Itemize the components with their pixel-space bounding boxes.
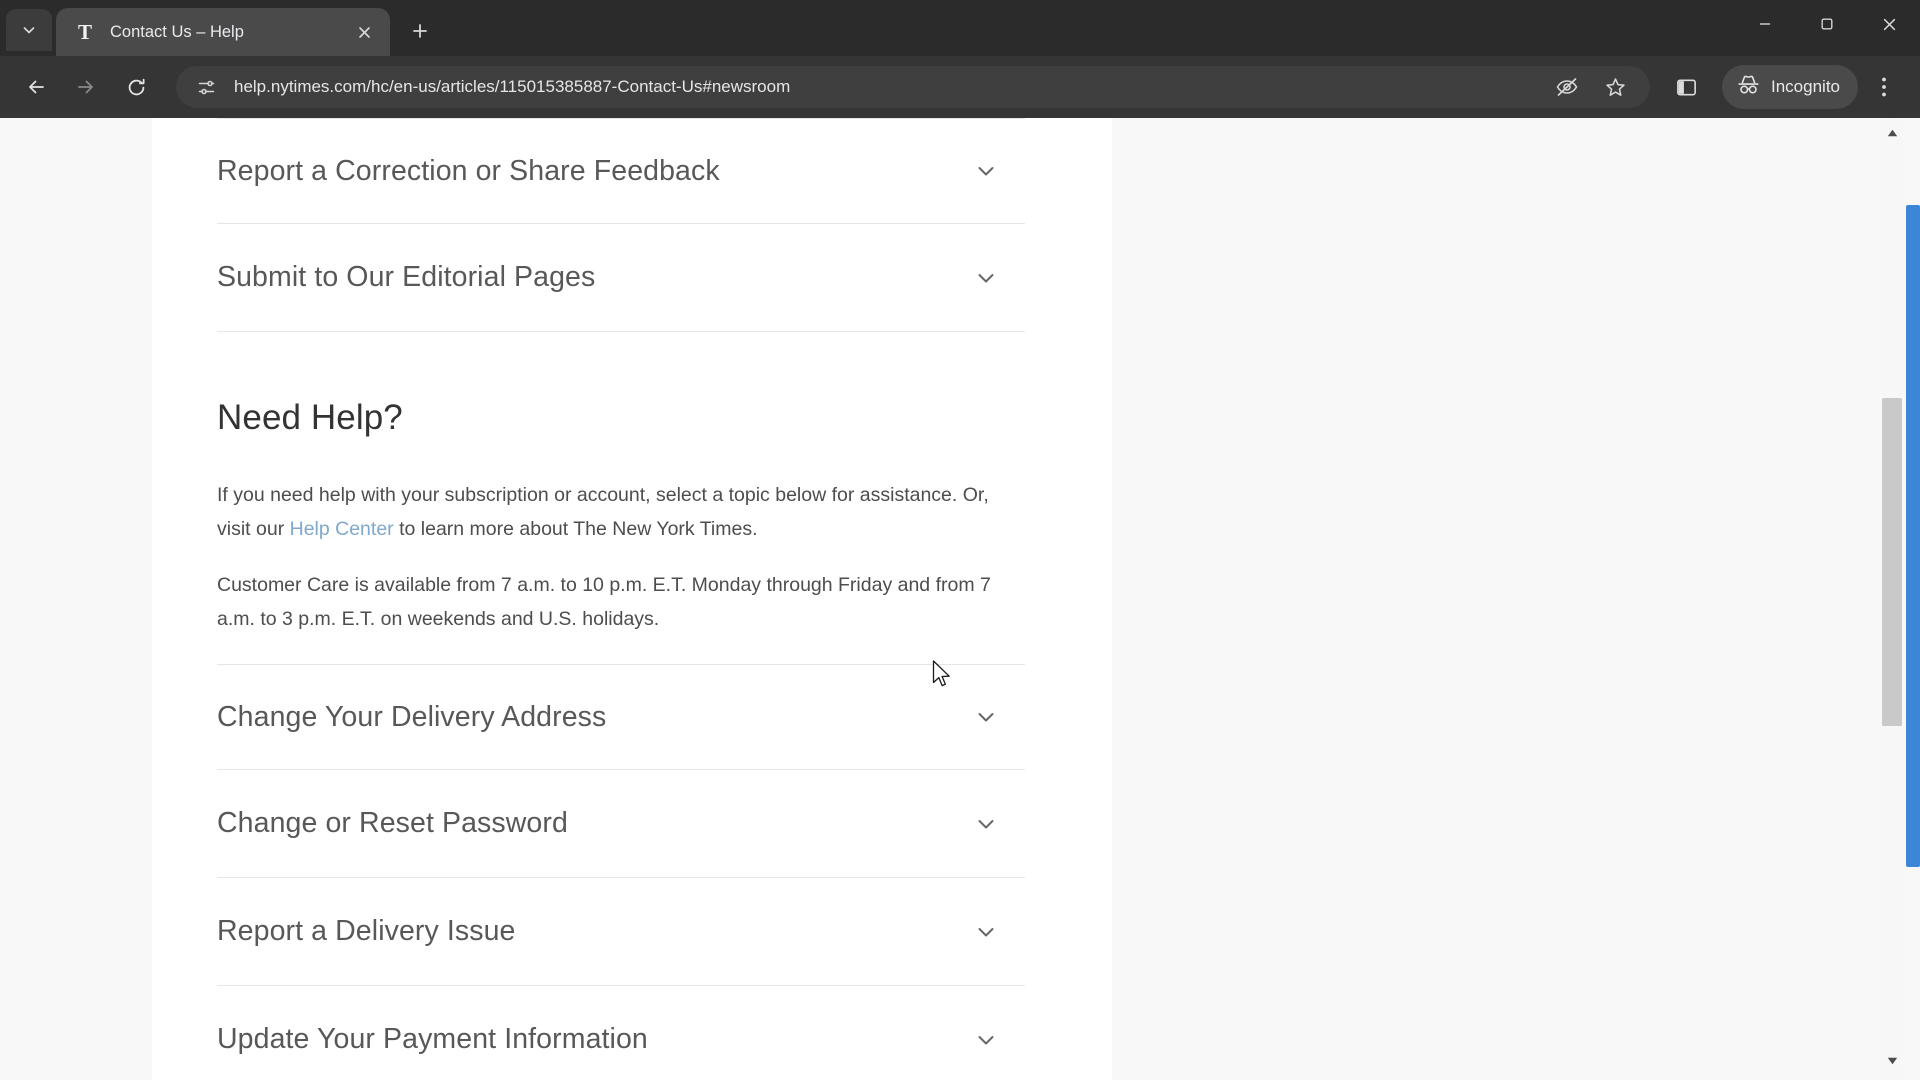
browser-window: T Contact Us – Help help.nytimes.com/hc/… (0, 0, 1920, 1080)
close-window-button[interactable] (1858, 0, 1920, 48)
address-bar[interactable]: help.nytimes.com/hc/en-us/articles/11501… (176, 66, 1650, 108)
browser-tab[interactable]: T Contact Us – Help (56, 8, 390, 56)
chevron-down-icon[interactable] (973, 265, 999, 291)
tab-close-button[interactable] (350, 18, 378, 46)
accordion-label: Report a Delivery Issue (217, 915, 516, 947)
side-panel-button[interactable] (1662, 63, 1710, 111)
accordion-label: Update Your Payment Information (217, 1023, 648, 1055)
customer-care-hours-paragraph: Customer Care is available from 7 a.m. t… (217, 574, 991, 630)
eye-slash-icon[interactable] (1546, 66, 1588, 108)
accordion-change-your-delivery-address[interactable]: Change Your Delivery Address (217, 664, 1025, 770)
incognito-hat-icon (1736, 72, 1761, 102)
tab-search-button[interactable] (6, 9, 52, 51)
omnibox-actions (1546, 66, 1636, 108)
chevron-down-icon[interactable] (973, 811, 999, 837)
window-controls (1734, 0, 1920, 48)
find-match-highlight-strip (1906, 205, 1920, 867)
accordion-label: Change Your Delivery Address (217, 700, 607, 733)
accordion-change-or-reset-password[interactable]: Change or Reset Password (217, 770, 1025, 878)
article-content: Report a Correction or Share Feedback Su… (217, 118, 1025, 1080)
tab-strip: T Contact Us – Help (0, 0, 1920, 56)
chevron-down-icon[interactable] (973, 1027, 999, 1053)
scroll-down-arrow-icon[interactable] (1881, 1050, 1903, 1072)
chrome-menu-button[interactable] (1860, 63, 1908, 111)
chevron-down-icon (21, 22, 37, 38)
forward-button[interactable] (62, 63, 110, 111)
back-button[interactable] (12, 63, 60, 111)
address-bar-url[interactable]: help.nytimes.com/hc/en-us/articles/11501… (234, 77, 1546, 97)
accordion-report-a-delivery-issue[interactable]: Report a Delivery Issue (217, 878, 1025, 986)
reload-button[interactable] (112, 63, 160, 111)
incognito-label: Incognito (1771, 77, 1840, 96)
help-center-link[interactable]: Help Center (290, 518, 394, 540)
accordion-update-your-payment-information[interactable]: Update Your Payment Information (217, 986, 1025, 1080)
page-viewport: Report a Correction or Share Feedback Su… (0, 118, 1920, 1080)
accordion-report-a-correction-or-share-feedback[interactable]: Report a Correction or Share Feedback (217, 118, 1025, 224)
chevron-down-icon[interactable] (973, 704, 999, 730)
new-tab-button[interactable] (400, 11, 440, 51)
tab-title: Contact Us – Help (110, 22, 244, 41)
minimize-button[interactable] (1734, 0, 1796, 48)
accordion-label: Report a Correction or Share Feedback (217, 154, 720, 187)
browser-toolbar: help.nytimes.com/hc/en-us/articles/11501… (0, 56, 1920, 118)
page-title: Need Help? (217, 398, 403, 437)
help-article-card: Report a Correction or Share Feedback Su… (152, 118, 1112, 1080)
scroll-up-arrow-icon[interactable] (1881, 122, 1903, 144)
accordion-label: Submit to Our Editorial Pages (217, 261, 596, 293)
incognito-indicator[interactable]: Incognito (1722, 65, 1858, 109)
site-settings-tune-icon[interactable] (192, 73, 220, 101)
scrollbar-thumb[interactable] (1882, 398, 1902, 726)
page-scrollbar[interactable] (1881, 118, 1903, 1080)
need-help-paragraph-1: If you need help with your subscription … (217, 478, 1007, 546)
accordion-label: Change or Reset Password (217, 807, 568, 839)
nyt-favicon-icon: T (77, 19, 92, 44)
maximize-button[interactable] (1796, 0, 1858, 48)
accordion-submit-to-our-editorial-pages[interactable]: Submit to Our Editorial Pages (217, 224, 1025, 332)
paragraph-1-text-after-link: to learn more about The New York Times. (393, 518, 758, 540)
bookmark-star-icon[interactable] (1594, 66, 1636, 108)
chevron-down-icon[interactable] (973, 919, 999, 945)
chevron-down-icon[interactable] (973, 158, 999, 184)
